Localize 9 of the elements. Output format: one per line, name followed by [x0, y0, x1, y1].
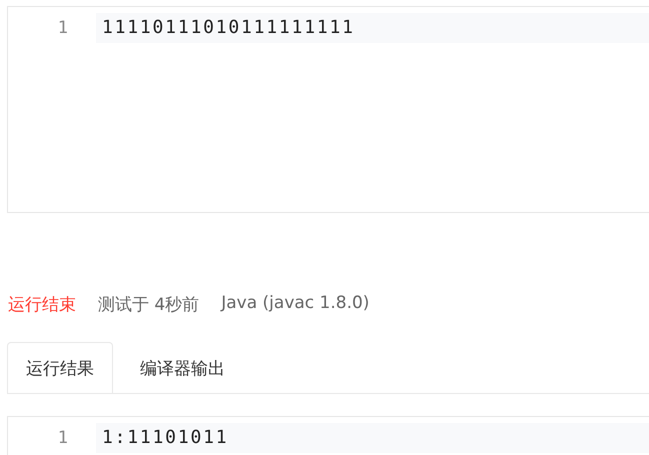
code-editor[interactable]: 1 1:11101011 [7, 416, 649, 455]
language-label: Java (javac 1.8.0) [221, 293, 370, 315]
test-time: 测试于 4秒前 [98, 294, 200, 316]
line-number: 1 [56, 428, 68, 448]
tab[interactable]: 编译器输出 [113, 342, 252, 393]
run-status: 运行结束 [8, 294, 76, 316]
tab[interactable]: 运行结果 [7, 342, 113, 393]
line-number: 1 [56, 18, 68, 38]
code-editor[interactable]: 1 11110111010111111111 [7, 6, 649, 213]
